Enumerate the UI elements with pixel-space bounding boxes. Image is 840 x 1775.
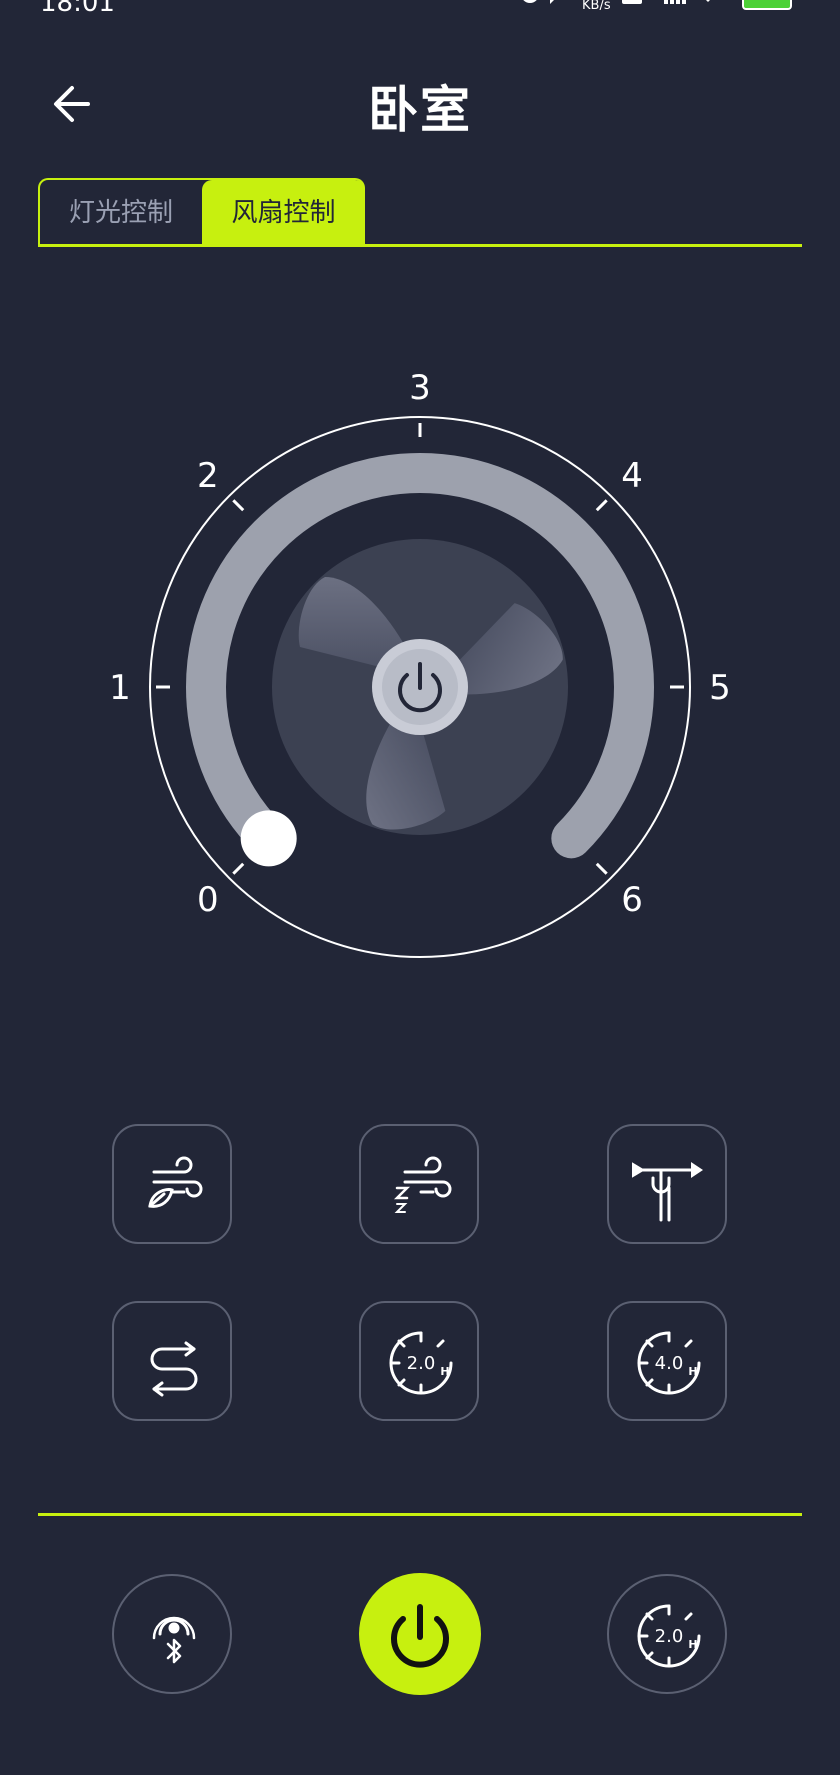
timer-value: 2.0 [655,1626,684,1647]
speed-knob[interactable] [240,810,297,867]
dial-tick [595,499,608,512]
swing-icon [150,1341,198,1397]
main-power-button[interactable] [359,1573,481,1695]
dial-tick-label: 5 [709,668,731,708]
bluetooth-icon [152,1616,196,1664]
fan-speed-dial[interactable]: 0 1 2 3 4 5 6 [0,330,840,970]
timer-icon: 2.0 H [389,1331,453,1395]
timer-button[interactable]: 2.0 H [607,1574,727,1694]
signal-wifi-icons [622,0,710,4]
dial-tick-label: 1 [109,668,131,708]
dial-tick [232,499,245,512]
sleep-wind-button[interactable] [359,1124,479,1244]
tab-fan-control[interactable]: 风扇控制 [202,180,365,246]
page-title: 卧室 [368,81,472,139]
dial-tick-label: 6 [621,880,643,920]
dial-tick-label: 2 [197,456,219,496]
timer-2h-button[interactable]: 2.0 H [359,1301,479,1421]
dial-tick-label: 0 [197,880,219,920]
status-time: 18:01 [40,0,115,18]
timer-unit: H [688,1638,697,1651]
swing-button[interactable] [112,1301,232,1421]
timer-value: 2.0 [407,1353,436,1374]
tab-underline [38,244,802,247]
timer-unit: H [440,1365,449,1378]
timer-icon: 2.0 H [637,1604,701,1668]
timer-value: 4.0 [655,1353,684,1374]
status-bar: 18:01 KB/s 87 [0,0,840,22]
dial-tick [595,862,608,875]
timer-unit: H [688,1365,697,1378]
battery-level: 87 [744,0,790,4]
dial-tick [232,862,245,875]
dial-tick-label: 3 [409,368,431,408]
timer-4h-button[interactable]: 4.0 H [607,1301,727,1421]
timer-icon: 4.0 H [637,1331,701,1395]
natural-wind-icon [148,1156,203,1208]
bottom-divider [38,1513,802,1516]
dial-tick-label: 4 [621,456,643,496]
network-speed: KB/s [582,0,611,13]
natural-wind-button[interactable] [112,1124,232,1244]
wind-direction-button[interactable] [607,1124,727,1244]
sleep-wind-icon [393,1156,452,1213]
bluetooth-button[interactable] [112,1574,232,1694]
tab-bar: 灯光控制 风扇控制 [38,178,365,246]
wind-direction-icon [632,1162,703,1222]
status-icons [523,0,554,4]
power-icon [391,1604,449,1668]
fan-center-power-button[interactable] [372,639,468,735]
tab-light-control[interactable]: 灯光控制 [40,180,202,246]
battery-indicator: 87 [742,0,792,10]
